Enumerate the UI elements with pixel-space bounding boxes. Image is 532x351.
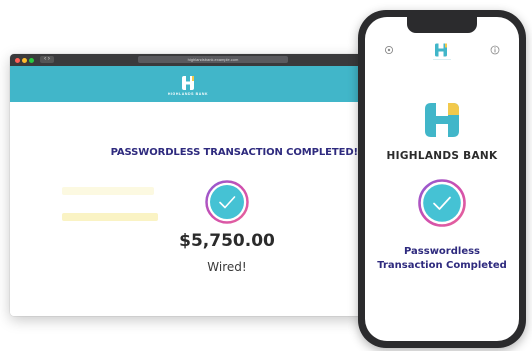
- header-brand-text: HIGHLANDS BANK: [167, 91, 209, 96]
- check-circle-icon: [418, 179, 466, 227]
- web-success-headline: PASSWORDLESS TRANSACTION COMPLETED!: [110, 147, 359, 158]
- site-header: HIGHLANDS BANK: [10, 66, 366, 102]
- phone-screen: HIGHLANDS BANK Passwordless Transaction …: [365, 17, 519, 341]
- faded-background-field: [62, 213, 158, 221]
- info-icon[interactable]: [490, 45, 500, 55]
- highlands-logo-icon: [425, 103, 459, 137]
- phone-notch: [407, 17, 477, 33]
- phone-bank-name: HIGHLANDS BANK: [386, 150, 498, 162]
- browser-window: ‹ › highlandsbank.example.com HIGHLANDS …: [10, 54, 366, 316]
- check-circle-icon: [205, 180, 249, 224]
- phone-device: HIGHLANDS BANK Passwordless Transaction …: [358, 10, 526, 348]
- faded-background-field: [62, 187, 154, 195]
- highlands-logo-icon: [435, 43, 447, 57]
- gear-icon[interactable]: [384, 45, 394, 55]
- web-page-body: [10, 102, 366, 316]
- highlands-logo-icon: [182, 75, 194, 90]
- phone-success-message: Passwordless Transaction Completed: [365, 245, 519, 273]
- transfer-status: Wired!: [207, 260, 247, 274]
- phone-message-line1: Passwordless: [403, 246, 481, 257]
- back-forward-buttons[interactable]: ‹ ›: [40, 56, 54, 63]
- close-window-button[interactable]: [15, 58, 20, 63]
- header-divider: [433, 59, 451, 60]
- address-bar[interactable]: highlandsbank.example.com: [138, 56, 288, 63]
- browser-titlebar: ‹ › highlandsbank.example.com: [10, 54, 366, 66]
- phone-message-line2: Transaction Completed: [377, 260, 507, 271]
- transfer-amount: $5,750.00: [179, 231, 275, 251]
- minimize-window-button[interactable]: [22, 58, 27, 63]
- maximize-window-button[interactable]: [29, 58, 34, 63]
